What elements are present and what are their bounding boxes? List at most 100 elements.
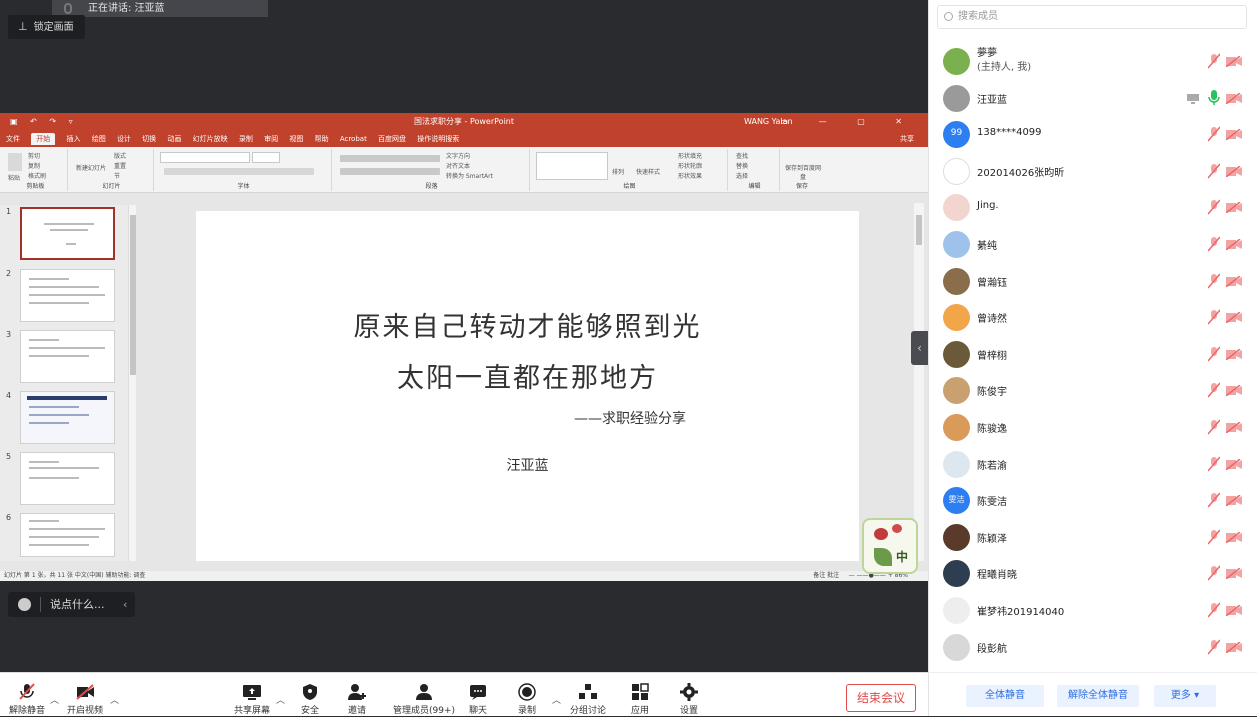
font-family-select[interactable]: [160, 152, 250, 163]
save-to-baidu-button[interactable]: 保存到百度网盘: [784, 163, 822, 181]
mic-muted-icon[interactable]: [1208, 639, 1220, 655]
mic-muted-icon[interactable]: [1208, 126, 1220, 142]
replace-button[interactable]: 替换: [736, 161, 748, 170]
video-off-icon[interactable]: [1226, 56, 1242, 67]
align-buttons[interactable]: [340, 168, 440, 175]
video-off-icon[interactable]: [1226, 92, 1242, 104]
unmute-all-button[interactable]: 解除全体静音: [1057, 685, 1139, 707]
tab-baidu[interactable]: 百度网盘: [378, 135, 406, 143]
member-row[interactable]: 曾梓栩: [929, 337, 1257, 373]
video-off-icon[interactable]: [1226, 422, 1242, 433]
slide-thumbnail[interactable]: [20, 513, 115, 557]
new-slide-button[interactable]: 新建幻灯片: [76, 163, 112, 172]
emoji-icon[interactable]: [18, 598, 31, 611]
member-row[interactable]: 202014026张昀昕: [929, 154, 1257, 190]
chevron-left-icon[interactable]: ‹: [123, 592, 127, 617]
quick-styles-button[interactable]: 快速样式: [636, 167, 660, 176]
font-size-select[interactable]: [252, 152, 280, 163]
tab-acrobat[interactable]: Acrobat: [340, 135, 367, 143]
invite-button[interactable]: 邀请: [327, 673, 387, 717]
video-off-icon[interactable]: [1226, 239, 1242, 250]
notes-comments[interactable]: 备注 批注: [813, 572, 839, 579]
tab-design[interactable]: 设计: [117, 135, 131, 143]
member-row[interactable]: 陈骏逸: [929, 410, 1257, 446]
cut-button[interactable]: 剪切: [28, 151, 40, 160]
member-row[interactable]: 夢夢 (主持人, 我): [929, 44, 1257, 80]
window-controls[interactable]: ▭ — ▢ ✕: [781, 113, 916, 131]
mic-muted-icon[interactable]: [1208, 419, 1220, 435]
member-row[interactable]: 段彭航: [929, 630, 1257, 666]
start-video-button[interactable]: 开启视频: [55, 673, 115, 717]
video-off-icon[interactable]: [1226, 458, 1242, 470]
slide-thumbnail[interactable]: [20, 207, 115, 260]
ime-floating-widget[interactable]: 中: [862, 518, 918, 574]
tab-insert[interactable]: 插入: [66, 135, 80, 143]
quick-chat-input[interactable]: 说点什么... ‹: [8, 592, 135, 617]
slide-scrollbar[interactable]: [914, 203, 924, 561]
thumbnail-scrollbar[interactable]: [128, 205, 136, 561]
tab-animations[interactable]: 动画: [167, 135, 181, 143]
paste-icon[interactable]: [8, 153, 22, 171]
tab-draw[interactable]: 绘图: [92, 135, 106, 143]
mic-muted-icon[interactable]: [1208, 529, 1220, 545]
member-row[interactable]: 崔梦祎201914040: [929, 593, 1257, 629]
video-off-icon[interactable]: [1226, 385, 1242, 397]
select-button[interactable]: 选择: [736, 171, 748, 180]
mic-muted-icon[interactable]: [1208, 309, 1220, 325]
member-row[interactable]: Jing.: [929, 190, 1257, 226]
shape-effects-button[interactable]: 形状效果: [678, 171, 702, 180]
slide-canvas[interactable]: 原来自己转动才能够照到光 太阳一直都在那地方 ——求职经验分享 汪亚蓝: [196, 211, 859, 561]
video-off-icon[interactable]: [1226, 605, 1242, 616]
mic-muted-icon[interactable]: [1208, 565, 1220, 581]
slide-thumbnail[interactable]: [20, 269, 115, 322]
video-off-icon[interactable]: [1226, 165, 1242, 177]
tab-review[interactable]: 审阅: [264, 135, 278, 143]
mic-muted-icon[interactable]: [1208, 602, 1220, 618]
mic-muted-icon[interactable]: [1208, 53, 1220, 69]
video-off-icon[interactable]: [1226, 641, 1242, 653]
tab-view[interactable]: 视图: [289, 135, 303, 143]
align-text-button[interactable]: 对齐文本: [446, 161, 470, 170]
mic-muted-icon[interactable]: [1208, 492, 1220, 508]
scroll-handle[interactable]: [916, 215, 922, 245]
video-off-icon[interactable]: [1226, 568, 1242, 580]
tab-home[interactable]: 开始: [31, 133, 56, 145]
more-button[interactable]: 更多 ▾: [1154, 685, 1216, 707]
slide-thumbnail[interactable]: [20, 452, 115, 505]
member-row[interactable]: 陈俊宇: [929, 373, 1257, 409]
scroll-handle[interactable]: [130, 215, 136, 375]
smartart-button[interactable]: 转换为 SmartArt: [446, 171, 493, 180]
video-off-icon[interactable]: [1226, 495, 1242, 507]
tab-record[interactable]: 录制: [239, 135, 253, 143]
layout-button[interactable]: 版式: [114, 151, 126, 160]
member-search-input[interactable]: 搜索成员: [937, 5, 1247, 29]
shapes-gallery[interactable]: [536, 152, 608, 180]
mic-on-icon[interactable]: [1208, 89, 1220, 106]
font-format-buttons[interactable]: [164, 168, 314, 175]
mute-all-button[interactable]: 全体静音: [966, 685, 1044, 707]
copy-button[interactable]: 复制: [28, 161, 40, 170]
section-button[interactable]: 节: [114, 171, 120, 180]
mic-muted-icon[interactable]: [1208, 346, 1220, 362]
member-row[interactable]: 曾瀚钰: [929, 264, 1257, 300]
list-buttons[interactable]: [340, 155, 440, 162]
shape-fill-button[interactable]: 形状填充: [678, 151, 702, 160]
tab-file[interactable]: 文件: [6, 135, 20, 143]
settings-button[interactable]: 设置: [659, 673, 719, 717]
video-off-icon[interactable]: [1226, 531, 1242, 543]
member-row[interactable]: 綦纯: [929, 227, 1257, 263]
mic-muted-icon[interactable]: [1208, 456, 1220, 472]
text-direction-button[interactable]: 文字方向: [446, 151, 470, 160]
member-row[interactable]: 陈若渝: [929, 447, 1257, 483]
slide-thumbnail[interactable]: [20, 330, 115, 383]
tell-me-search[interactable]: 操作说明搜索: [417, 135, 459, 143]
video-off-icon[interactable]: [1226, 202, 1242, 214]
member-row[interactable]: 汪亚蓝: [929, 81, 1257, 117]
collapse-panel-button[interactable]: ‹: [911, 331, 928, 365]
end-meeting-button[interactable]: 结束会议: [846, 684, 916, 712]
shape-outline-button[interactable]: 形状轮廓: [678, 161, 702, 170]
member-row[interactable]: 曾诗然: [929, 300, 1257, 336]
mic-muted-icon[interactable]: [1208, 199, 1220, 215]
video-off-icon[interactable]: [1226, 348, 1242, 360]
find-button[interactable]: 查找: [736, 151, 748, 160]
